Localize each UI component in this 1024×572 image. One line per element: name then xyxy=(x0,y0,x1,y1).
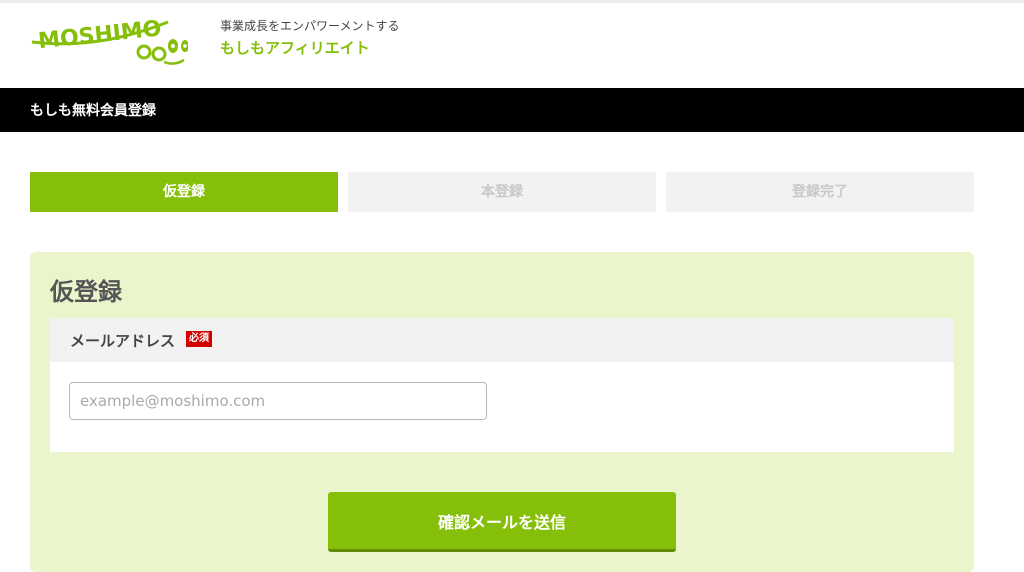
moshimo-logo-graphic: MOSHIMO xyxy=(31,16,189,65)
moshimo-logo[interactable]: MOSHIMO xyxy=(28,10,189,72)
step-complete: 登録完了 xyxy=(666,172,974,212)
email-input[interactable] xyxy=(69,382,487,420)
page-title: もしも無料会員登録 xyxy=(30,103,156,119)
registration-steps: 仮登録 本登録 登録完了 xyxy=(30,172,974,212)
form-title: 仮登録 xyxy=(50,278,122,306)
required-badge: 必須 xyxy=(186,331,212,347)
page-title-bar: もしも無料会員登録 xyxy=(0,88,1024,132)
step-provisional: 仮登録 xyxy=(30,172,338,212)
tagline: 事業成長をエンパワーメントする xyxy=(220,19,400,33)
top-border xyxy=(0,0,1024,3)
send-confirmation-button[interactable]: 確認メールを送信 xyxy=(328,492,676,552)
email-field-header: メールアドレス 必須 xyxy=(50,318,954,362)
step-main-registration: 本登録 xyxy=(348,172,656,212)
email-label: メールアドレス xyxy=(70,332,176,350)
logo-text: MOSHIMO xyxy=(37,16,163,54)
registration-panel: 仮登録 メールアドレス 必須 確認メールを送信 xyxy=(30,252,974,572)
brand-name: もしもアフィリエイト xyxy=(220,39,370,57)
email-field-body xyxy=(50,362,954,452)
